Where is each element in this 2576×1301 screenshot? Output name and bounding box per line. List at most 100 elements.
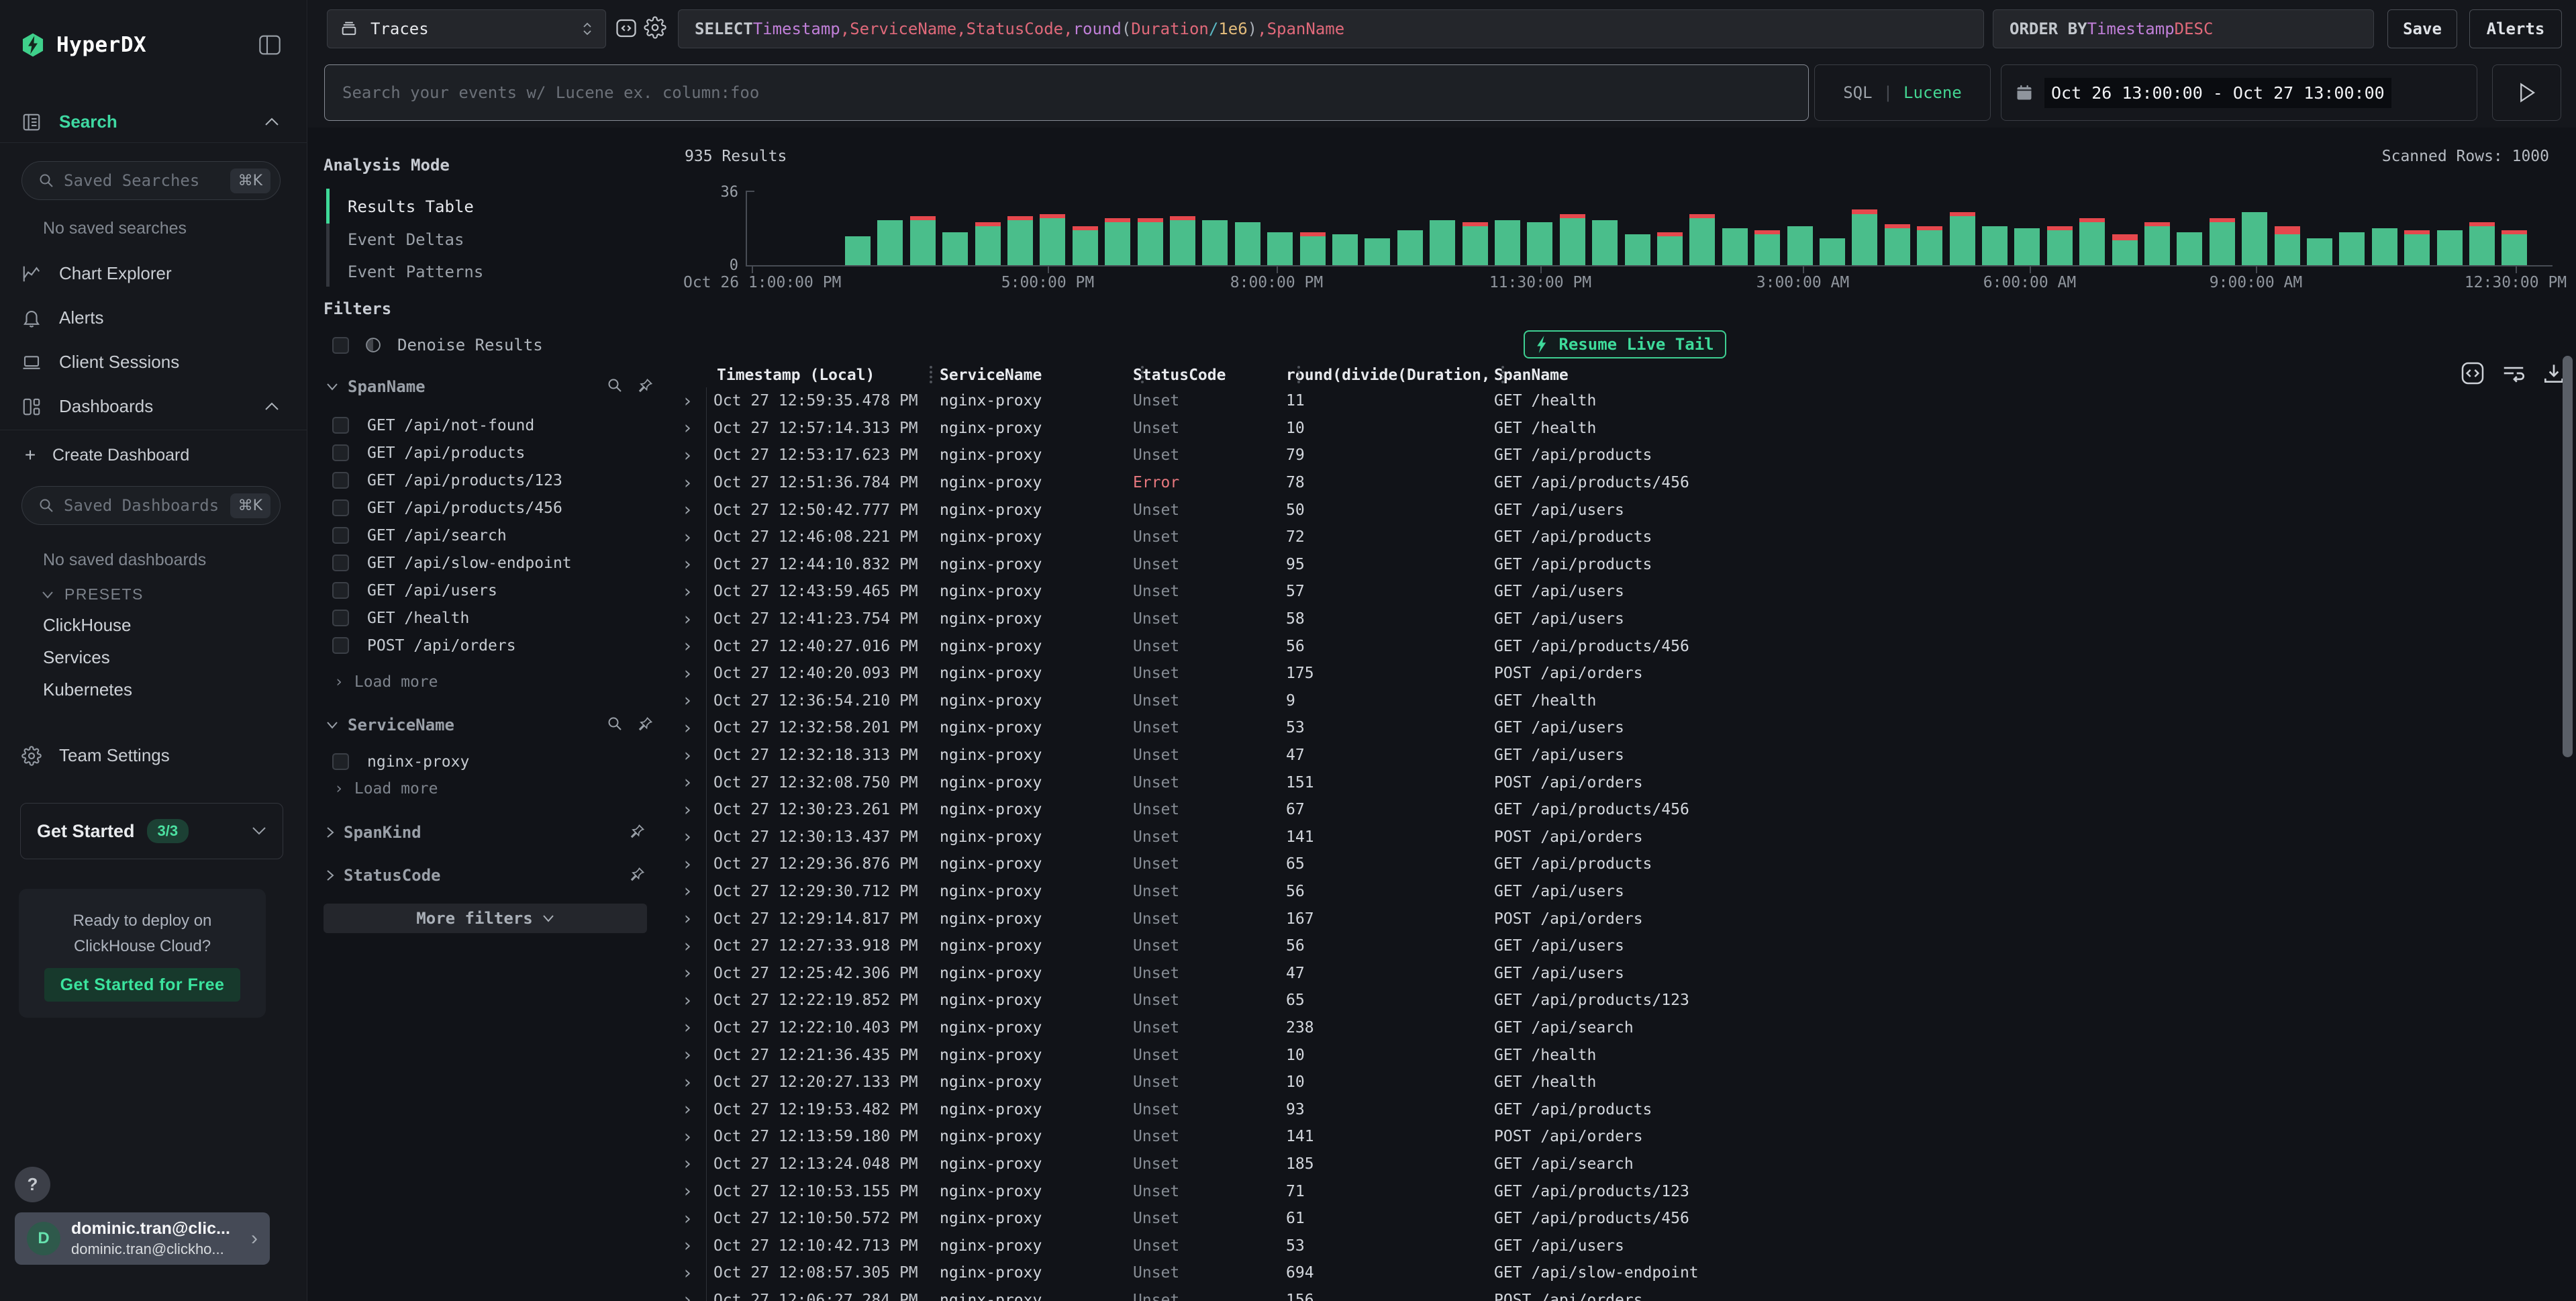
table-row[interactable]: ›Oct 27 12:57:14.313 PMnginx-proxyUnset1… [663, 415, 2563, 442]
checkbox[interactable] [332, 417, 349, 434]
sidebar-item-client-sessions[interactable]: Client Sessions [21, 352, 179, 373]
saved-dashboards-input[interactable] [64, 496, 230, 515]
chart-bar[interactable] [2339, 232, 2365, 265]
table-row[interactable]: ›Oct 27 12:10:53.155 PMnginx-proxyUnset7… [663, 1177, 2563, 1205]
filter-value-row[interactable]: nginx-proxy [332, 748, 469, 775]
help-button[interactable]: ? [15, 1167, 50, 1202]
row-expand-chevron[interactable]: › [682, 1155, 706, 1173]
preset-services[interactable]: Services [43, 647, 110, 668]
sidebar-item-team-settings[interactable]: Team Settings [21, 745, 170, 766]
row-expand-chevron[interactable]: › [682, 610, 706, 628]
table-row[interactable]: ›Oct 27 12:13:24.048 PMnginx-proxyUnset1… [663, 1151, 2563, 1178]
chart-bar[interactable] [1170, 216, 1195, 265]
chart-bar[interactable] [2242, 212, 2267, 265]
chart-bar[interactable] [1267, 232, 1293, 265]
table-row[interactable]: ›Oct 27 12:29:30.712 PMnginx-proxyUnset5… [663, 878, 2563, 906]
row-expand-chevron[interactable]: › [682, 964, 706, 982]
row-expand-chevron[interactable]: › [682, 501, 706, 519]
chart-bar[interactable] [1007, 216, 1033, 265]
table-row[interactable]: ›Oct 27 12:22:10.403 PMnginx-proxyUnset2… [663, 1014, 2563, 1042]
row-expand-chevron[interactable]: › [682, 1018, 706, 1037]
filter-value-row[interactable]: GET /api/slow-endpoint [332, 549, 572, 577]
chart-bar[interactable] [1397, 230, 1423, 265]
checkbox[interactable] [332, 555, 349, 571]
filter-value-row[interactable]: GET /api/products [332, 439, 572, 467]
filter-value-row[interactable]: GET /api/products/456 [332, 494, 572, 522]
row-expand-chevron[interactable]: › [682, 1182, 706, 1200]
table-row[interactable]: ›Oct 27 12:41:23.754 PMnginx-proxyUnset5… [663, 606, 2563, 633]
chart-bar[interactable] [1073, 226, 1098, 265]
language-sql-option[interactable]: SQL [1843, 83, 1872, 102]
column-resize-handle[interactable] [1501, 366, 1504, 383]
table-row[interactable]: ›Oct 27 12:59:35.478 PMnginx-proxyUnset1… [663, 387, 2563, 415]
pin-icon[interactable] [630, 823, 646, 839]
get-started-free-button[interactable]: Get Started for Free [44, 968, 240, 1002]
filter-group-statuscode[interactable]: StatusCode [326, 866, 441, 885]
create-dashboard-button[interactable]: + Create Dashboard [21, 444, 189, 466]
load-more-servicename[interactable]: › Load more [334, 780, 438, 798]
row-expand-chevron[interactable]: › [682, 1291, 706, 1301]
filter-value-row[interactable]: GET /health [332, 604, 572, 632]
presets-toggle[interactable]: PRESETS [42, 585, 144, 604]
checkbox[interactable] [332, 472, 349, 489]
order-by-editor[interactable]: ORDER BY Timestamp DESC [1993, 9, 2374, 48]
row-expand-chevron[interactable]: › [682, 801, 706, 819]
chart-bar[interactable] [2501, 230, 2527, 265]
row-expand-chevron[interactable]: › [682, 446, 706, 465]
brand[interactable]: HyperDX [20, 32, 146, 58]
row-expand-chevron[interactable]: › [682, 1073, 706, 1092]
chevron-up-icon[interactable] [264, 117, 279, 126]
mode-results-table[interactable]: Results Table [348, 197, 474, 216]
row-expand-chevron[interactable]: › [682, 392, 706, 410]
chart-bar[interactable] [1463, 222, 1488, 265]
search-icon[interactable] [607, 716, 623, 732]
checkbox[interactable] [332, 610, 349, 626]
table-row[interactable]: ›Oct 27 12:30:13.437 PMnginx-proxyUnset1… [663, 824, 2563, 851]
run-query-button[interactable] [2492, 64, 2561, 121]
filter-group-spanname[interactable]: SpanName [326, 377, 426, 396]
query-settings-gear-icon[interactable] [644, 16, 666, 39]
time-range-picker[interactable]: Oct 26 13:00:00 - Oct 27 13:00:00 [2001, 64, 2477, 121]
row-expand-chevron[interactable]: › [682, 528, 706, 546]
chart-bar[interactable] [1495, 220, 1520, 265]
row-expand-chevron[interactable]: › [682, 746, 706, 765]
row-expand-chevron[interactable]: › [682, 1046, 706, 1064]
code-view-button[interactable] [614, 16, 638, 40]
table-row[interactable]: ›Oct 27 12:21:36.435 PMnginx-proxyUnset1… [663, 1041, 2563, 1069]
row-expand-chevron[interactable]: › [682, 419, 706, 437]
chart-bar[interactable] [2437, 230, 2463, 265]
checkbox[interactable] [332, 637, 349, 654]
row-expand-chevron[interactable]: › [682, 773, 706, 791]
table-row[interactable]: ›Oct 27 12:51:36.784 PMnginx-proxyError7… [663, 469, 2563, 497]
chart-bar[interactable] [1625, 234, 1650, 265]
table-row[interactable]: ›Oct 27 12:08:57.305 PMnginx-proxyUnset6… [663, 1259, 2563, 1287]
chart-bar[interactable] [1235, 222, 1260, 265]
save-button[interactable]: Save [2387, 9, 2457, 48]
mode-event-patterns[interactable]: Event Patterns [348, 262, 483, 281]
chart-bar[interactable] [2177, 232, 2202, 265]
filter-value-row[interactable]: GET /api/products/123 [332, 467, 572, 494]
row-expand-chevron[interactable]: › [682, 474, 706, 492]
table-row[interactable]: ›Oct 27 12:30:23.261 PMnginx-proxyUnset6… [663, 796, 2563, 824]
table-row[interactable]: ›Oct 27 12:13:59.180 PMnginx-proxyUnset1… [663, 1123, 2563, 1151]
event-search-input[interactable] [324, 64, 1809, 121]
row-expand-chevron[interactable]: › [682, 637, 706, 655]
user-menu[interactable]: D dominic.tran@clic... dominic.tran@clic… [15, 1212, 270, 1265]
resume-live-tail-button[interactable]: Resume Live Tail [1524, 330, 1726, 358]
row-expand-chevron[interactable]: › [682, 665, 706, 683]
row-expand-chevron[interactable]: › [682, 1100, 706, 1118]
column-resize-handle[interactable] [1297, 366, 1300, 383]
chart-bar[interactable] [2079, 218, 2105, 265]
table-row[interactable]: ›Oct 27 12:40:20.093 PMnginx-proxyUnset1… [663, 660, 2563, 687]
table-row[interactable]: ›Oct 27 12:29:14.817 PMnginx-proxyUnset1… [663, 905, 2563, 932]
table-row[interactable]: ›Oct 27 12:06:27.284 PMnginx-proxyUnset1… [663, 1287, 2563, 1301]
row-expand-chevron[interactable]: › [682, 1128, 706, 1146]
sidebar-item-alerts[interactable]: Alerts [21, 307, 103, 328]
table-row[interactable]: ›Oct 27 12:25:42.306 PMnginx-proxyUnset4… [663, 959, 2563, 987]
table-row[interactable]: ›Oct 27 12:32:18.313 PMnginx-proxyUnset4… [663, 742, 2563, 769]
chart-bar[interactable] [1852, 209, 1877, 265]
filter-group-servicename[interactable]: ServiceName [326, 716, 454, 734]
chart-bar[interactable] [1332, 234, 1358, 265]
chart-bar[interactable] [1105, 218, 1130, 265]
row-expand-chevron[interactable]: › [682, 583, 706, 601]
